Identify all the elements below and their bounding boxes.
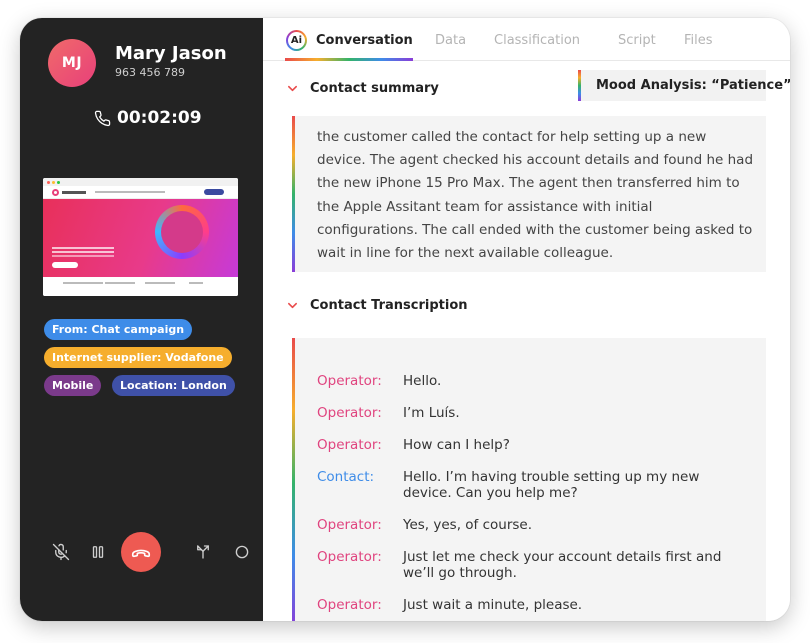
hangup-icon	[131, 549, 151, 558]
speaker-label: Operator:	[317, 437, 382, 453]
hold-button[interactable]	[78, 532, 118, 572]
tab-files[interactable]: Files	[684, 33, 713, 48]
call-duration: 00:02:09	[117, 108, 202, 128]
call-controls	[41, 532, 249, 572]
tab-data[interactable]: Data	[435, 33, 466, 48]
phone-icon	[94, 110, 111, 126]
summary-text: the customer called the contact for help…	[292, 116, 766, 272]
tag-campaign: From: Chat campaign	[44, 319, 193, 340]
pause-icon	[92, 546, 104, 558]
tag-device: Mobile	[44, 375, 102, 396]
tag-location: Location: London	[112, 375, 235, 396]
contact-phone: 963 456 789	[115, 66, 185, 79]
ai-icon: Ai	[286, 30, 307, 51]
call-timer: 00:02:09	[94, 108, 202, 128]
message-text: Just let me check your account details f…	[403, 549, 722, 581]
speaker-label: Operator:	[317, 405, 382, 421]
transcription-title: Contact Transcription	[310, 298, 468, 313]
speaker-label: Operator:	[317, 373, 382, 389]
message-text: Yes, yes, of course.	[403, 517, 533, 533]
transcription-header[interactable]: Contact Transcription	[287, 298, 468, 313]
conversation-panel: Ai Conversation Data Classification Scri…	[263, 18, 790, 621]
transfer-button[interactable]	[183, 532, 223, 572]
tab-classification[interactable]: Classification	[494, 33, 580, 48]
mood-analysis: Mood Analysis: “Patience”	[578, 70, 790, 101]
hangup-button[interactable]	[121, 532, 161, 572]
contact-name: Mary Jason	[115, 43, 227, 64]
message-text: Just wait a minute, please.	[403, 597, 583, 613]
record-button[interactable]	[222, 532, 262, 572]
screen-share-preview[interactable]	[43, 178, 238, 296]
chevron-down-icon	[288, 302, 297, 309]
call-card: MJ Mary Jason 963 456 789 00:02:09 From:…	[20, 18, 790, 621]
tab-bar: Ai Conversation Data Classification Scri…	[263, 18, 790, 61]
message-text: How can I help?	[403, 437, 510, 453]
tab-conversation[interactable]: Conversation	[316, 33, 413, 48]
transfer-icon	[197, 545, 209, 559]
active-tab-indicator	[285, 58, 413, 61]
speaker-label: Operator:	[317, 549, 382, 565]
speaker-label: Operator:	[317, 597, 382, 613]
message-text: Hello.	[403, 373, 442, 389]
chevron-down-icon	[288, 85, 297, 92]
summary-title: Contact summary	[310, 81, 439, 96]
speaker-label: Contact:	[317, 469, 375, 485]
mute-icon	[52, 543, 70, 561]
transcription-list: Operator: Hello. Operator: I’m Luís. Ope…	[292, 338, 766, 621]
mute-button[interactable]	[41, 532, 81, 572]
message-text: I’m Luís.	[403, 405, 460, 421]
summary-header[interactable]: Contact summary	[287, 81, 439, 96]
caller-panel: MJ Mary Jason 963 456 789 00:02:09 From:…	[20, 18, 263, 621]
tag-supplier: Internet supplier: Vodafone	[44, 347, 232, 368]
avatar: MJ	[48, 39, 96, 87]
record-icon	[235, 545, 249, 559]
speaker-label: Operator:	[317, 517, 382, 533]
message-text: Hello. I’m having trouble setting up my …	[403, 469, 700, 501]
tab-script[interactable]: Script	[618, 33, 656, 48]
